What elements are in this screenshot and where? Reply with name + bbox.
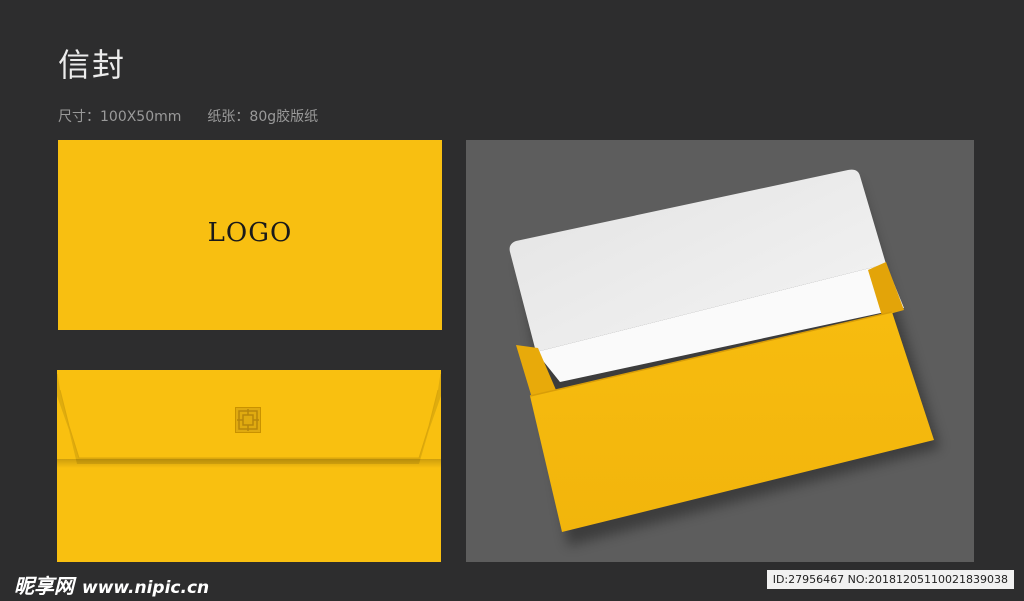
envelope-mockup-illustration [509, 169, 940, 546]
spec-line: 尺寸：100X50mm 纸张：80g胶版纸 [58, 106, 318, 126]
envelope-mockup [466, 140, 974, 562]
watermark-url: www.nipic.cn [82, 578, 210, 598]
paper-spec: 纸张：80g胶版纸 [207, 109, 319, 125]
envelope-back [57, 370, 441, 562]
watermark-id: ID:27956467 NO:20181205110021839038 [766, 570, 1014, 589]
logo-text: LOGO [207, 218, 293, 248]
envelope-front: LOGO [58, 140, 442, 330]
size-spec: 尺寸：100X50mm [58, 109, 182, 125]
watermark-brand-name: 昵享网 [14, 574, 74, 598]
seal-pattern-icon [235, 407, 261, 433]
page-title: 信封 [58, 46, 127, 84]
watermark-brand: 昵享网 www.nipic.cn [14, 570, 209, 599]
